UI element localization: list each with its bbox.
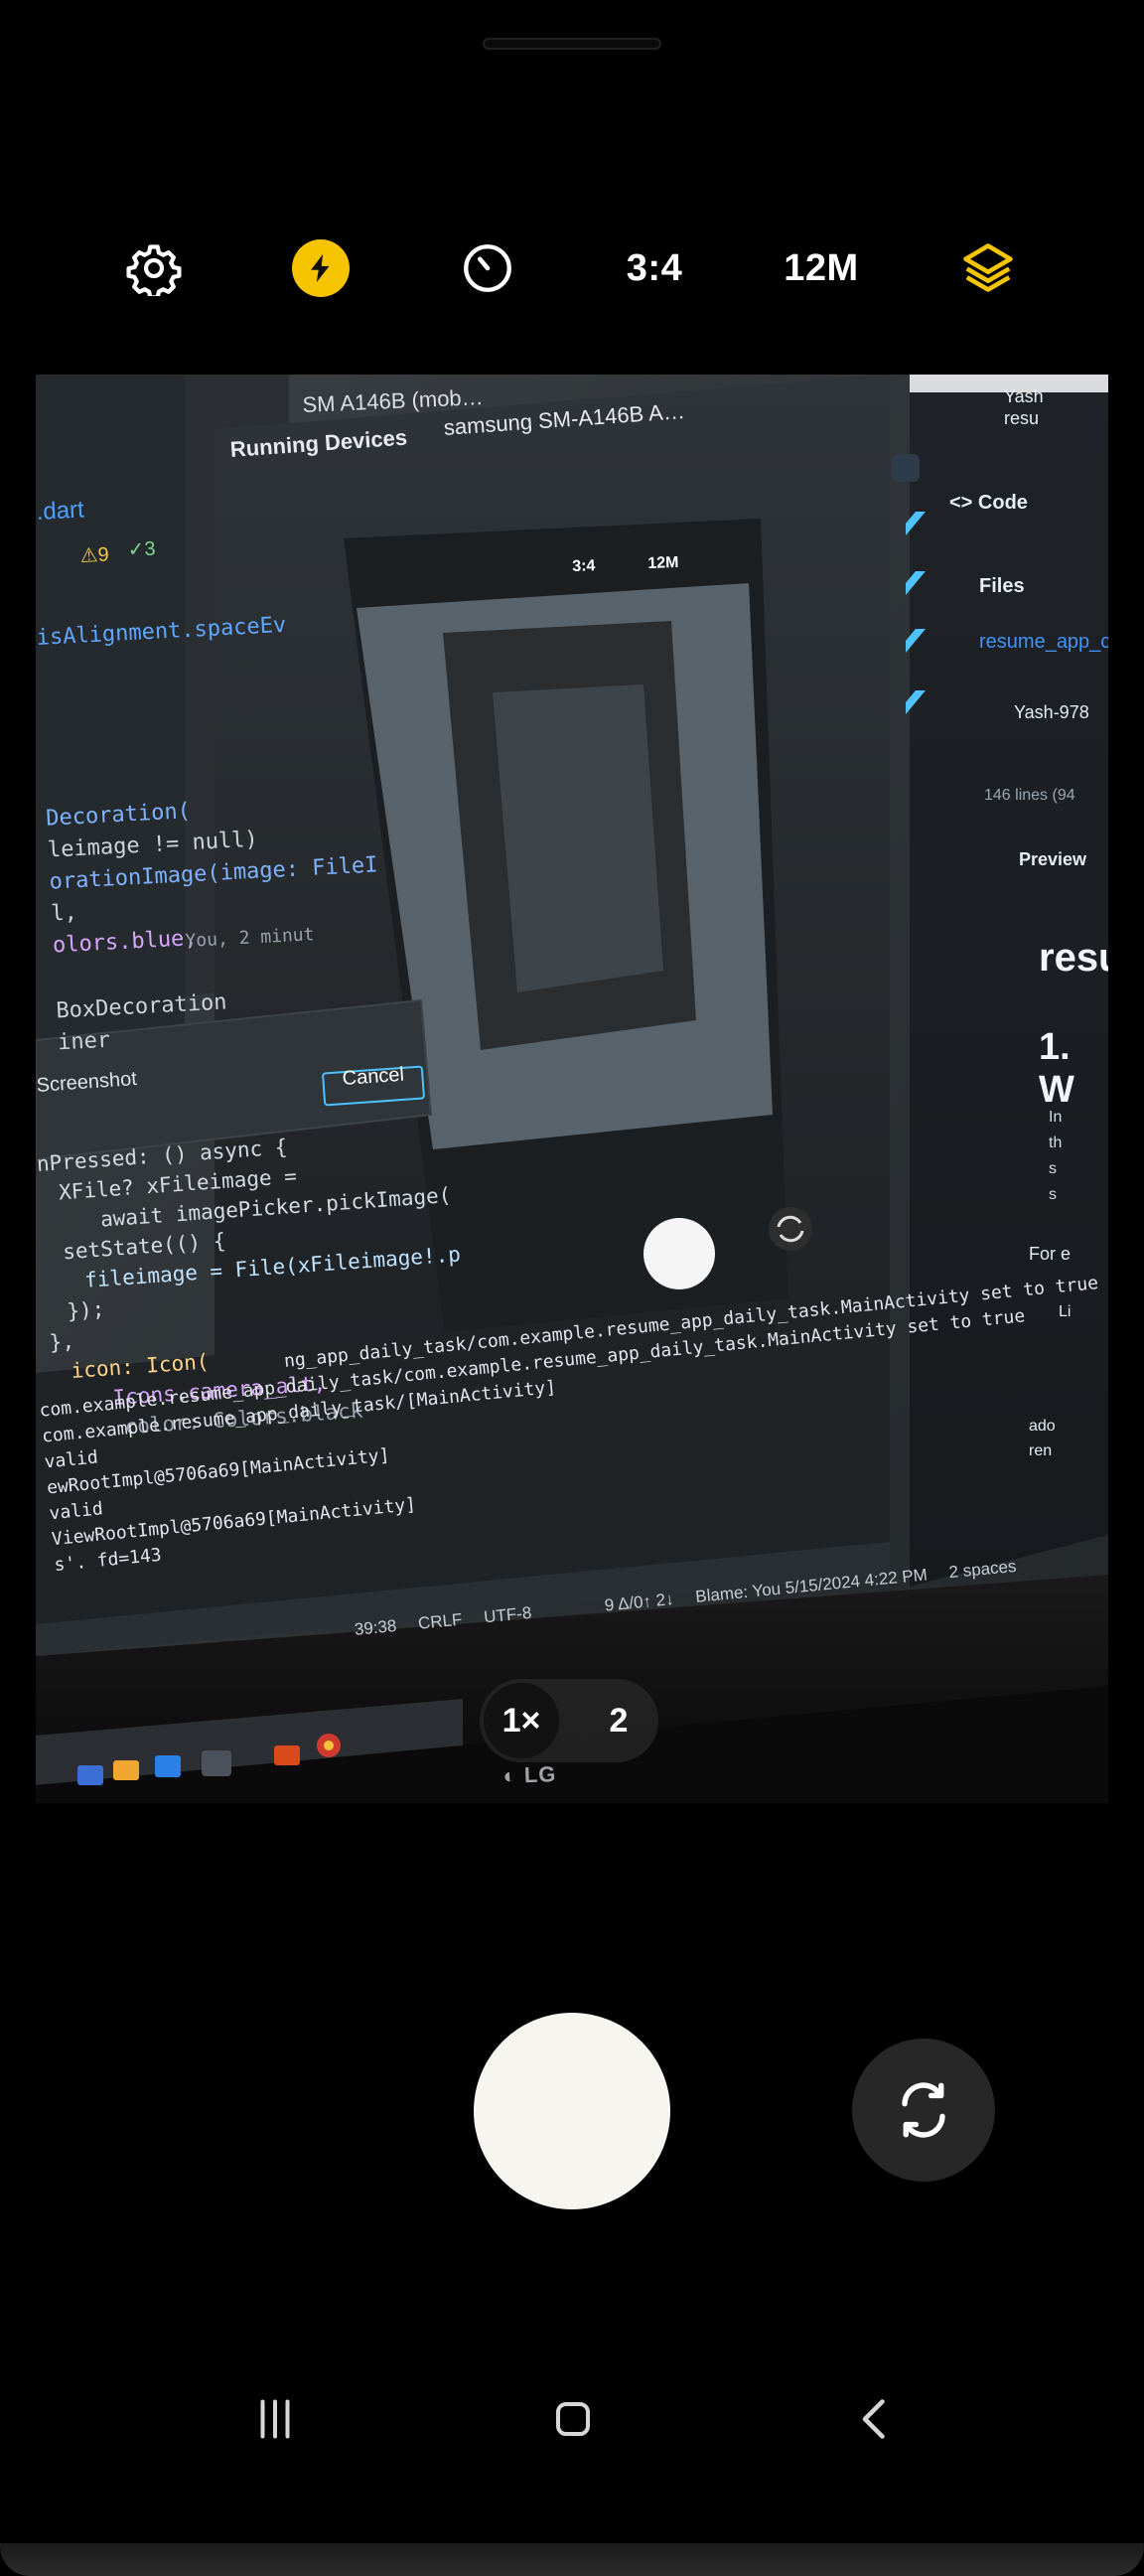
github-for-text: For e xyxy=(1029,1244,1072,1264)
filters-button[interactable] xyxy=(938,219,1038,318)
github-section: 1. W xyxy=(1039,1026,1074,1111)
aspect-ratio-label: 3:4 xyxy=(626,246,683,289)
device-bottom-edge xyxy=(0,2543,1144,2576)
mirrored-megapixels: 12M xyxy=(647,553,679,572)
viewfinder-scene xyxy=(36,375,1108,1803)
lg-logo-icon: ◐ xyxy=(502,1762,518,1788)
resolution-button[interactable]: 12M xyxy=(772,219,871,318)
home-icon xyxy=(556,2402,590,2436)
github-ren-text: ren xyxy=(1029,1442,1053,1459)
camera-app-screen: 3:4 12M SM A146B (mob… Running Devices s… xyxy=(0,0,1144,2576)
recent-apps-icon xyxy=(260,2399,290,2439)
timer-icon xyxy=(464,244,511,292)
dialog-cancel-button[interactable]: Cancel xyxy=(342,1064,405,1091)
github-sub: resu xyxy=(1004,408,1040,428)
system-navigation-bar xyxy=(0,2364,1144,2474)
back-button[interactable] xyxy=(820,2364,930,2474)
aspect-ratio-button[interactable]: 3:4 xyxy=(605,219,704,318)
zoom-2x-button[interactable]: 2 xyxy=(581,1683,656,1758)
cursor-position: 39:38 xyxy=(354,1615,398,1639)
code-editor: isAlignment.spaceEv Decoration( leimage … xyxy=(36,606,387,1060)
timer-button[interactable] xyxy=(438,219,537,318)
github-files-link[interactable]: Files xyxy=(979,575,1025,598)
github-body: In th s s xyxy=(1049,1109,1063,1203)
gear-icon xyxy=(126,244,182,296)
github-author: Yash-978 xyxy=(1014,702,1089,722)
recent-apps-button[interactable] xyxy=(220,2364,330,2474)
layers-icon xyxy=(963,243,1013,292)
resolution-label: 12M xyxy=(784,246,859,289)
flash-button[interactable] xyxy=(271,219,370,318)
mirrored-aspect-ratio: 3:4 xyxy=(572,557,596,575)
warnings-count: ⚠9 xyxy=(79,543,110,567)
github-lines-info: 146 lines (94 xyxy=(984,787,1075,804)
zoom-1x-button[interactable]: 1× xyxy=(484,1683,559,1758)
camera-top-toolbar: 3:4 12M xyxy=(0,219,1144,318)
line-ending[interactable]: CRLF xyxy=(417,1610,463,1634)
camera-viewfinder[interactable]: SM A146B (mob… Running Devices samsung S… xyxy=(36,375,1108,1803)
github-repo-link[interactable]: resume_app_c xyxy=(979,631,1108,654)
settings-button[interactable] xyxy=(104,219,204,318)
switch-camera-button[interactable] xyxy=(852,2039,995,2182)
checks-count: ✓3 xyxy=(127,537,157,561)
file-name: .dart xyxy=(36,496,85,526)
github-user: Yash xyxy=(1004,386,1044,406)
switch-camera-icon xyxy=(902,2082,945,2138)
shutter-button[interactable] xyxy=(474,2013,670,2209)
flash-icon xyxy=(292,239,350,297)
github-heading: resu xyxy=(1039,936,1108,980)
back-icon xyxy=(862,2399,885,2439)
home-button[interactable] xyxy=(518,2364,628,2474)
github-preview-tab[interactable]: Preview xyxy=(1019,849,1086,870)
github-li-text: Li xyxy=(1059,1303,1072,1320)
github-ado-text: ado xyxy=(1029,1418,1056,1435)
github-code-tab[interactable]: <> Code xyxy=(949,492,1028,515)
top-grabber xyxy=(483,38,661,50)
laptop-brand: ◐ LG xyxy=(502,1761,557,1788)
